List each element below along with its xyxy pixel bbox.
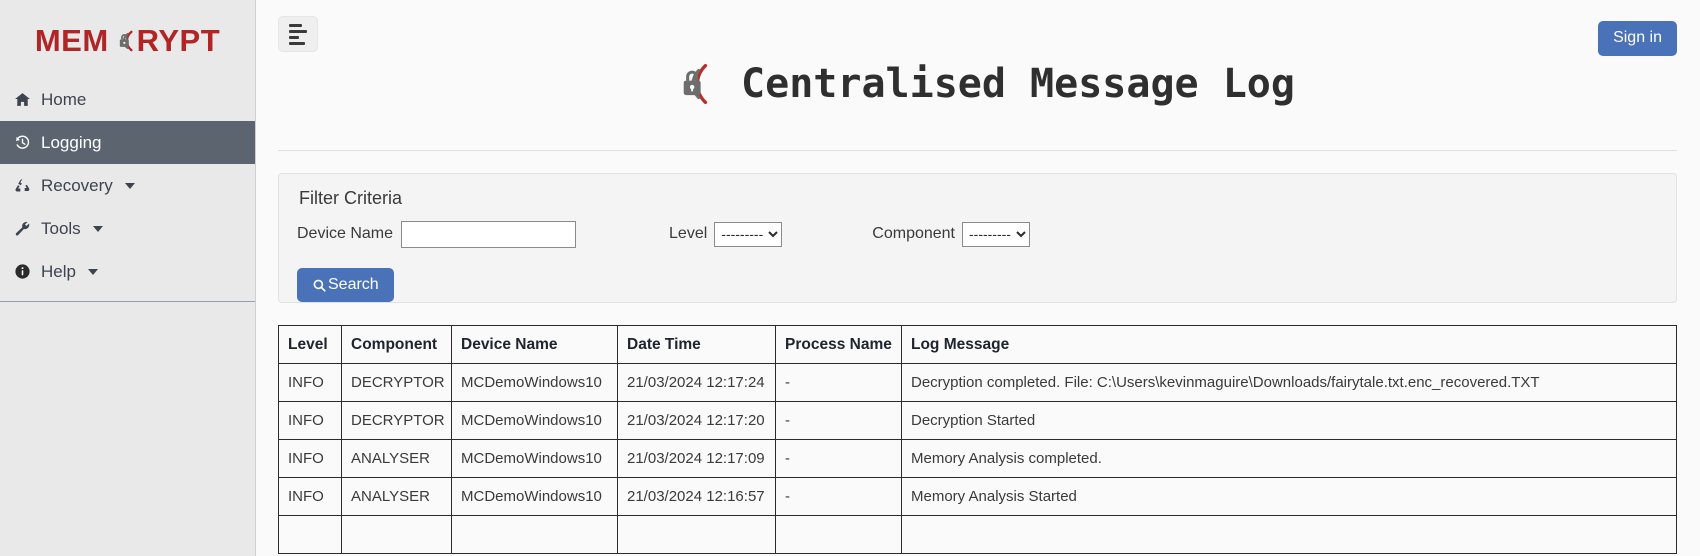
log-table-container: Level Component Device Name Date Time Pr…: [278, 325, 1677, 554]
table-header-row: Level Component Device Name Date Time Pr…: [278, 325, 1677, 364]
cell-datetime: [617, 515, 776, 554]
filter-row: Device Name Level --------- Component --…: [297, 219, 1658, 249]
history-icon: [13, 134, 32, 151]
column-header-level[interactable]: Level: [278, 325, 342, 364]
log-table: Level Component Device Name Date Time Pr…: [278, 325, 1677, 554]
sidebar-item-label: Help: [41, 261, 76, 281]
cell-datetime: 21/03/2024 12:17:20: [617, 401, 776, 440]
cell-device: MCDemoWindows10: [451, 363, 618, 402]
chevron-down-icon: [87, 268, 98, 275]
table-body: INFO DECRYPTOR MCDemoWindows10 21/03/202…: [278, 363, 1677, 554]
sidebar-item-help[interactable]: Help: [0, 250, 255, 293]
recycle-icon: [13, 177, 32, 194]
device-name-label: Device Name: [297, 225, 394, 242]
sidebar-item-home[interactable]: Home: [0, 78, 255, 121]
sidebar-divider: [0, 301, 255, 302]
wrench-icon: [13, 220, 32, 237]
menu-line: [289, 41, 305, 45]
search-button[interactable]: Search: [297, 268, 394, 302]
sidebar-item-recovery[interactable]: Recovery: [0, 164, 255, 207]
align-left-icon[interactable]: [278, 16, 318, 52]
sign-in-button[interactable]: Sign in: [1598, 21, 1677, 56]
cell-process: -: [775, 363, 902, 402]
table-row[interactable]: INFO DECRYPTOR MCDemoWindows10 21/03/202…: [278, 363, 1677, 402]
cell-level: [278, 515, 342, 554]
table-row[interactable]: INFO ANALYSER MCDemoWindows10 21/03/2024…: [278, 477, 1677, 516]
cell-component: DECRYPTOR: [341, 363, 452, 402]
cell-message: Memory Analysis completed.: [901, 439, 1677, 478]
search-button-label: Search: [328, 276, 379, 293]
sidebar-item-label: Logging: [41, 132, 102, 152]
table-row[interactable]: [278, 515, 1677, 554]
column-header-device-name[interactable]: Device Name: [451, 325, 618, 364]
chevron-down-icon: [124, 182, 135, 189]
cell-level: INFO: [278, 477, 342, 516]
cell-process: -: [775, 477, 902, 516]
cell-datetime: 21/03/2024 12:17:09: [617, 439, 776, 478]
sidebar-item-label: Recovery: [41, 175, 113, 195]
cell-device: MCDemoWindows10: [451, 401, 618, 440]
table-row[interactable]: INFO DECRYPTOR MCDemoWindows10 21/03/202…: [278, 401, 1677, 440]
cell-component: ANALYSER: [341, 439, 452, 478]
cell-level: INFO: [278, 363, 342, 402]
column-header-log-message[interactable]: Log Message: [901, 325, 1677, 364]
device-name-input[interactable]: [401, 220, 577, 248]
cell-component: [341, 515, 452, 554]
sidebar-item-logging[interactable]: Logging: [0, 121, 255, 164]
cell-level: INFO: [278, 401, 342, 440]
column-header-date-time[interactable]: Date Time: [617, 325, 776, 364]
table-row[interactable]: INFO ANALYSER MCDemoWindows10 21/03/2024…: [278, 439, 1677, 478]
menu-line: [289, 35, 299, 39]
info-icon: [13, 263, 32, 280]
topbar: Sign in: [256, 0, 1700, 76]
cell-level: INFO: [278, 439, 342, 478]
sidebar-item-label: Tools: [41, 218, 81, 238]
cell-message: Decryption Started: [901, 401, 1677, 440]
cell-component: DECRYPTOR: [341, 401, 452, 440]
app-root: MEM RYPT Home Logging Recovery Tools Hel…: [0, 0, 1700, 556]
cell-component: ANALYSER: [341, 477, 452, 516]
level-select[interactable]: ---------: [714, 221, 783, 247]
sidebar: MEM RYPT Home Logging Recovery Tools Hel…: [0, 0, 256, 556]
brand-logo[interactable]: MEM RYPT: [0, 0, 255, 78]
filter-criteria-panel: Filter Criteria Device Name Level ------…: [278, 173, 1677, 303]
cell-datetime: 21/03/2024 12:17:24: [617, 363, 776, 402]
cell-process: -: [775, 401, 902, 440]
search-icon: [312, 278, 327, 293]
cell-message: Decryption completed. File: C:\Users\kev…: [901, 363, 1677, 402]
cell-message: [901, 515, 1677, 554]
brand-text-after: RYPT: [136, 23, 221, 58]
level-label: Level: [669, 225, 708, 242]
component-label: Component: [872, 225, 955, 242]
table-head: Level Component Device Name Date Time Pr…: [278, 325, 1677, 364]
lock-circle-icon: [108, 26, 138, 56]
cell-process: -: [775, 439, 902, 478]
sidebar-item-label: Home: [41, 89, 87, 109]
brand-text: MEM RYPT: [35, 23, 220, 59]
lock-circle-icon: [661, 55, 719, 113]
chevron-down-icon: [92, 225, 103, 232]
cell-datetime: 21/03/2024 12:16:57: [617, 477, 776, 516]
filter-criteria-title: Filter Criteria: [299, 188, 403, 208]
cell-process: [775, 515, 902, 554]
component-select[interactable]: ---------: [962, 221, 1030, 247]
sidebar-item-tools[interactable]: Tools: [0, 207, 255, 250]
brand-text-before: MEM: [34, 23, 109, 58]
main-content: Sign in Centralised Message Log Filter C…: [256, 0, 1700, 556]
column-header-process-name[interactable]: Process Name: [775, 325, 902, 364]
menu-line: [289, 23, 302, 27]
cell-message: Memory Analysis Started: [901, 477, 1677, 516]
column-header-component[interactable]: Component: [341, 325, 452, 364]
cell-device: MCDemoWindows10: [451, 477, 618, 516]
cell-device: [451, 515, 618, 554]
cell-device: MCDemoWindows10: [451, 439, 618, 478]
header-divider: [278, 150, 1677, 151]
home-icon: [13, 91, 32, 108]
menu-line: [289, 29, 307, 33]
